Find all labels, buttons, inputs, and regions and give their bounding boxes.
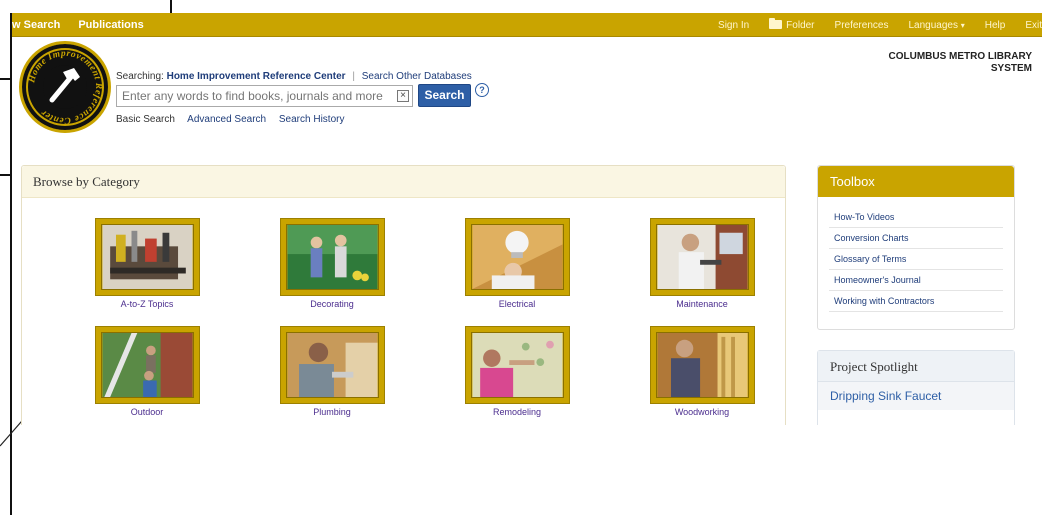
basic-search-link[interactable]: Basic Search (116, 114, 175, 125)
category-thumbnail[interactable] (649, 326, 755, 404)
category-label[interactable]: Plumbing (252, 407, 412, 417)
current-database[interactable]: Home Improvement Reference Center (167, 71, 346, 82)
category-thumbnail[interactable] (279, 326, 385, 404)
category-label[interactable]: Woodworking (622, 407, 782, 417)
chevron-down-icon: ▾ (960, 20, 965, 30)
maintenance-photo-icon (655, 224, 749, 290)
category-label[interactable]: A-to-Z Topics (67, 299, 227, 309)
browse-by-category-panel: Browse by Category A-to-Z Topics Decorat… (21, 165, 786, 425)
category-label[interactable]: Remodeling (437, 407, 597, 417)
nav-languages-label: Languages (908, 19, 958, 31)
library-name-line1: COLUMBUS METRO LIBRARY (888, 51, 1032, 62)
category-tile[interactable]: Electrical (437, 218, 597, 309)
searching-line: Searching: Home Improvement Reference Ce… (116, 71, 472, 82)
category-thumbnail[interactable] (464, 218, 570, 296)
nav-folder-label: Folder (786, 19, 815, 31)
category-tile[interactable]: Woodworking (622, 326, 782, 417)
category-thumbnail[interactable] (464, 326, 570, 404)
folder-icon (769, 17, 783, 29)
electrical-photo-icon (470, 224, 564, 290)
project-spotlight-panel: Project Spotlight Dripping Sink Faucet (817, 350, 1015, 425)
annotation-line-top (170, 0, 172, 13)
nav-folder[interactable]: Folder (769, 17, 815, 31)
toolbox-panel: Toolbox How-To Videos Conversion Charts … (817, 165, 1015, 330)
nav-publications[interactable]: Publications (78, 19, 143, 31)
category-tile[interactable]: Plumbing (252, 326, 412, 417)
search-history-link[interactable]: Search History (279, 114, 345, 125)
category-thumbnail[interactable] (94, 326, 200, 404)
remodeling-photo-icon (470, 332, 564, 398)
search-other-databases-link[interactable]: Search Other Databases (362, 71, 472, 82)
searching-label: Searching: (116, 71, 164, 82)
hammer-icon: Home Improvement Reference Center (27, 49, 103, 125)
tool-belt-photo-icon (100, 224, 194, 290)
category-thumbnail[interactable] (649, 218, 755, 296)
search-mode-links: Basic Search Advanced Search Search Hist… (116, 114, 354, 125)
category-thumbnail[interactable] (94, 218, 200, 296)
category-label[interactable]: Decorating (252, 299, 412, 309)
category-thumbnail[interactable] (279, 218, 385, 296)
nav-sign-in[interactable]: Sign In (718, 20, 749, 31)
category-label[interactable]: Electrical (437, 299, 597, 309)
top-nav-left: w Search Publications (12, 13, 162, 37)
toolbox-item-conversion-charts[interactable]: Conversion Charts (829, 228, 1003, 249)
nav-help[interactable]: Help (985, 20, 1006, 31)
toolbox-item-glossary[interactable]: Glossary of Terms (829, 249, 1003, 270)
toolbox-item-working-with-contractors[interactable]: Working with Contractors (829, 291, 1003, 312)
category-tile[interactable]: Remodeling (437, 326, 597, 417)
home-improvement-logo[interactable]: Home Improvement Reference Center (19, 41, 111, 133)
toolbox-list: How-To Videos Conversion Charts Glossary… (829, 207, 1003, 312)
nav-new-search[interactable]: w Search (12, 19, 60, 31)
nav-preferences[interactable]: Preferences (835, 20, 889, 31)
search-button[interactable]: Search (418, 84, 471, 107)
project-spotlight-link[interactable]: Dripping Sink Faucet (818, 382, 1014, 410)
searching-separator: | (352, 71, 355, 82)
toolbox-item-homeowners-journal[interactable]: Homeowner's Journal (829, 270, 1003, 291)
category-tile[interactable]: Outdoor (67, 326, 227, 417)
category-tile[interactable]: A-to-Z Topics (67, 218, 227, 309)
library-name: COLUMBUS METRO LIBRARY SYSTEM (832, 51, 1032, 75)
category-label[interactable]: Maintenance (622, 299, 782, 309)
category-tile[interactable]: Decorating (252, 218, 412, 309)
clear-search-icon[interactable]: × (397, 90, 409, 102)
top-nav-bar: w Search Publications Sign In Folder Pre… (12, 13, 1042, 37)
advanced-search-link[interactable]: Advanced Search (187, 114, 266, 125)
decorating-photo-icon (285, 224, 379, 290)
library-name-line2: SYSTEM (990, 63, 1032, 74)
search-input[interactable] (116, 85, 413, 107)
nav-languages[interactable]: Languages ▾ (908, 20, 964, 31)
help-icon[interactable]: ? (475, 83, 489, 97)
toolbox-title: Toolbox (818, 166, 1014, 197)
category-tile[interactable]: Maintenance (622, 218, 782, 309)
plumbing-photo-icon (285, 332, 379, 398)
category-label[interactable]: Outdoor (67, 407, 227, 417)
project-spotlight-title: Project Spotlight (818, 351, 1014, 382)
outdoor-photo-icon (100, 332, 194, 398)
annotation-bracket (0, 78, 12, 176)
top-nav-right: Sign In Folder Preferences Languages ▾ H… (698, 13, 1042, 37)
nav-exit[interactable]: Exit (1025, 20, 1042, 31)
browse-panel-title: Browse by Category (22, 166, 785, 198)
woodworking-photo-icon (655, 332, 749, 398)
toolbox-item-how-to-videos[interactable]: How-To Videos (829, 207, 1003, 228)
